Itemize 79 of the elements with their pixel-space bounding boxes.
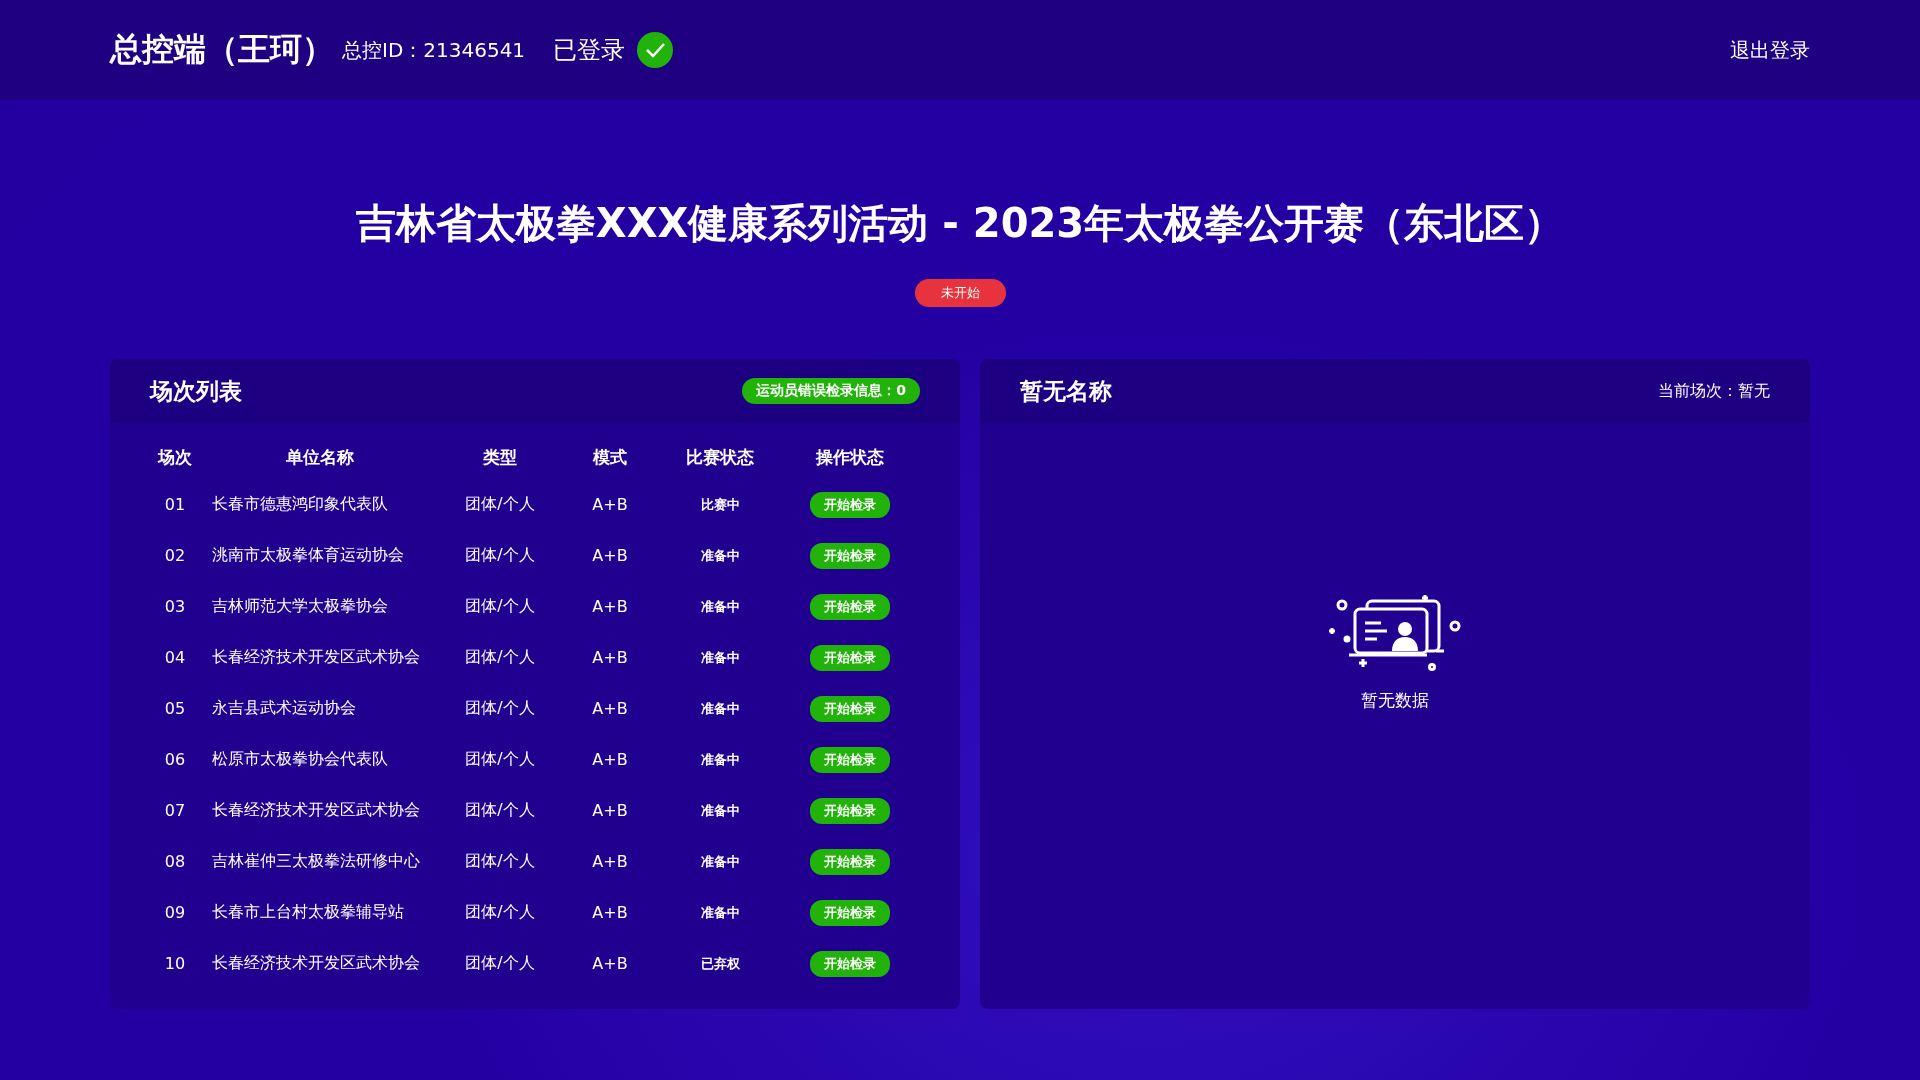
unit-name: 长春经济技术开发区武术协会 xyxy=(211,953,421,974)
column-header: 类型 xyxy=(482,445,518,469)
panel-title: 暂无名称 xyxy=(1020,376,1112,406)
mode-cell-text: A+B xyxy=(591,546,629,565)
match-status: 准备中 xyxy=(699,750,741,769)
start-checkin-button[interactable]: 开始检录 xyxy=(810,593,890,620)
unit-name: 长春市德惠鸿印象代表队 xyxy=(211,494,389,515)
unit-name: 吉林崔仲三太极拳法研修中心 xyxy=(211,851,421,872)
session-number: 03 xyxy=(163,597,187,616)
event-title: 吉林省太极拳XXX健康系列活动 - 2023年太极拳公开赛（东北区） xyxy=(354,199,1566,248)
session-number: 04 xyxy=(163,648,187,667)
console-id: 总控ID：21346541 xyxy=(342,36,526,64)
error-count-badge: 运动员错误检录信息：0 xyxy=(742,378,920,404)
session-number: 05 xyxy=(163,699,187,718)
mode-cell-text: A+B xyxy=(591,852,629,871)
match-status: 准备中 xyxy=(699,546,741,565)
logout-link[interactable]: 退出登录 xyxy=(1730,36,1810,64)
match-status: 准备中 xyxy=(699,801,741,820)
column-header: 模式 xyxy=(592,445,628,469)
column-header: 比赛状态 xyxy=(685,445,755,469)
start-checkin-button[interactable]: 开始检录 xyxy=(810,899,890,926)
start-checkin-button[interactable]: 开始检录 xyxy=(810,797,890,824)
current-session-label: 当前场次：暂无 xyxy=(1658,380,1770,402)
unit-name: 长春经济技术开发区武术协会 xyxy=(211,800,421,821)
type-cell-text: 团体/个人 xyxy=(464,545,536,566)
start-checkin-button[interactable]: 开始检录 xyxy=(810,491,890,518)
type-cell-text: 团体/个人 xyxy=(464,698,536,719)
match-status: 准备中 xyxy=(699,852,741,871)
mode-cell-text: A+B xyxy=(591,699,629,718)
panel-title: 场次列表 xyxy=(150,376,242,406)
start-checkin-button[interactable]: 开始检录 xyxy=(810,848,890,875)
type-cell-text: 团体/个人 xyxy=(464,596,536,617)
match-status: 准备中 xyxy=(699,648,741,667)
session-number: 10 xyxy=(163,954,187,973)
check-icon xyxy=(637,32,674,68)
empty-state-text: 暂无数据 xyxy=(1361,689,1429,712)
session-number: 02 xyxy=(163,546,187,565)
match-status: 准备中 xyxy=(699,597,741,616)
column-header: 单位名称 xyxy=(285,445,355,469)
unit-name: 吉林师范大学太极拳协会 xyxy=(211,596,389,617)
mode-cell-text: A+B xyxy=(591,801,629,820)
mode-cell-text: A+B xyxy=(591,495,629,514)
start-checkin-button[interactable]: 开始检录 xyxy=(810,695,890,722)
type-cell-text: 团体/个人 xyxy=(464,902,536,923)
start-checkin-button[interactable]: 开始检录 xyxy=(810,950,890,977)
match-status: 准备中 xyxy=(699,699,741,718)
empty-card-icon xyxy=(1327,593,1463,673)
console-title: 总控端（王珂） xyxy=(110,29,334,70)
unit-name: 洮南市太极拳体育运动协会 xyxy=(211,545,405,566)
session-number: 09 xyxy=(163,903,187,922)
type-cell-text: 团体/个人 xyxy=(464,953,536,974)
mode-cell-text: A+B xyxy=(591,648,629,667)
session-number: 01 xyxy=(163,495,187,514)
match-status: 准备中 xyxy=(699,903,741,922)
mode-cell-text: A+B xyxy=(591,903,629,922)
session-number: 08 xyxy=(163,852,187,871)
unit-name: 长春经济技术开发区武术协会 xyxy=(211,647,421,668)
type-cell-text: 团体/个人 xyxy=(464,800,536,821)
event-status-badge: 未开始 xyxy=(914,279,1006,307)
type-cell-text: 团体/个人 xyxy=(464,647,536,668)
type-cell-text: 团体/个人 xyxy=(464,851,536,872)
mode-cell-text: A+B xyxy=(591,597,629,616)
start-checkin-button[interactable]: 开始检录 xyxy=(810,644,890,671)
session-number: 07 xyxy=(163,801,187,820)
mode-cell-text: A+B xyxy=(591,954,629,973)
unit-name: 长春市上台村太极拳辅导站 xyxy=(211,902,405,923)
session-number: 06 xyxy=(163,750,187,769)
mode-cell-text: A+B xyxy=(591,750,629,769)
type-cell-text: 团体/个人 xyxy=(464,749,536,770)
unit-name: 松原市太极拳协会代表队 xyxy=(211,749,389,770)
match-status: 已弃权 xyxy=(699,954,741,973)
login-status: 已登录 xyxy=(553,35,626,66)
unit-name: 永吉县武术运动协会 xyxy=(211,698,357,719)
match-status: 比赛中 xyxy=(699,495,741,514)
column-header: 操作状态 xyxy=(814,445,885,469)
start-checkin-button[interactable]: 开始检录 xyxy=(810,746,890,773)
type-cell-text: 团体/个人 xyxy=(464,494,536,515)
start-checkin-button[interactable]: 开始检录 xyxy=(810,542,890,569)
column-header: 场次 xyxy=(156,445,193,469)
